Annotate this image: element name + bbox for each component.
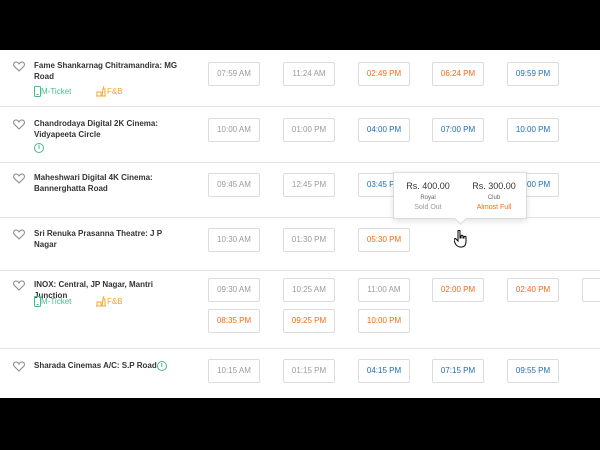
mticket-feature: M-Ticket xyxy=(34,296,71,308)
favorite-heart-icon[interactable] xyxy=(13,361,25,372)
showtime-button[interactable]: 06:24 PM xyxy=(432,62,484,86)
favorite-heart-icon[interactable] xyxy=(13,119,25,130)
showtime-button[interactable]: 10:00 AM xyxy=(208,118,260,142)
favorite-heart-icon[interactable] xyxy=(13,229,25,240)
showtime-button[interactable]: 08:35 PM xyxy=(208,309,260,333)
feature-label: M-Ticket xyxy=(41,297,72,306)
cinema-row: Sri Renuka Prasanna Theatre: J P Nagar 10… xyxy=(0,217,600,271)
price-option-club: Rs. 300.00 Club Almost Full xyxy=(464,181,524,213)
mobile-icon xyxy=(34,86,41,98)
cinema-name-text: Maheshwari Digital 4K Cinema: Bannerghat… xyxy=(34,173,153,193)
showtime-button[interactable]: 07:15 PM xyxy=(432,359,484,383)
showtime-button[interactable]: 09:55 PM xyxy=(507,359,559,383)
cinema-row: Sharada Cinemas A/C: S.P Road i 10:15 AM 01… xyxy=(0,348,600,398)
mticket-feature: M-Ticket xyxy=(34,86,71,98)
showtimes-list: Fame Shankarnag Chitramandira: MG Road M-… xyxy=(0,50,600,398)
showtime-button[interactable]: 09:25 PM xyxy=(283,309,335,333)
cinema-name[interactable]: Sharada Cinemas A/C: S.P Road i xyxy=(34,360,184,371)
availability-status: Sold Out xyxy=(414,204,442,211)
showtime-button[interactable]: 09:45 AM xyxy=(208,173,260,197)
feature-label: F&B xyxy=(107,297,123,306)
price-tooltip: Rs. 400.00 Royal Sold Out Rs. 300.00 Clu… xyxy=(393,172,527,225)
showtime-button[interactable]: 07:00 PM xyxy=(432,118,484,142)
showtime-button[interactable]: 09:30 AM xyxy=(208,278,260,302)
cinema-name-text: Chandrodaya Digital 2K Cinema: Vidyapeet… xyxy=(34,119,159,139)
info-icon[interactable]: i xyxy=(34,143,44,153)
food-icon xyxy=(95,296,107,307)
showtime-button[interactable]: 10:30 AM xyxy=(208,228,260,252)
showtime-button[interactable]: 10:15 AM xyxy=(208,359,260,383)
showtime-button[interactable]: 11:24 AM xyxy=(283,62,335,86)
info-icon[interactable]: i xyxy=(156,360,167,371)
showtime-button[interactable]: 09:59 PM xyxy=(507,62,559,86)
hand-cursor-icon xyxy=(453,229,468,248)
cinema-name[interactable]: Sri Renuka Prasanna Theatre: J P Nagar xyxy=(34,228,184,250)
seat-category: Royal xyxy=(420,195,436,201)
feature-label: F&B xyxy=(107,87,123,96)
price-option-royal: Rs. 400.00 Royal Sold Out xyxy=(398,181,458,213)
cinema-name-text: Sri Renuka Prasanna Theatre: J P Nagar xyxy=(34,229,162,249)
showtime-button[interactable] xyxy=(582,278,600,302)
showtime-button[interactable]: 04:00 PM xyxy=(358,118,410,142)
showtime-button[interactable]: 04:15 PM xyxy=(358,359,410,383)
cinema-row: INOX: Central, JP Nagar, Mantri Junction… xyxy=(0,270,600,349)
showtime-button[interactable]: 07:59 AM xyxy=(208,62,260,86)
cinema-row: Fame Shankarnag Chitramandira: MG Road M-… xyxy=(0,50,600,107)
food-icon xyxy=(95,86,107,97)
fnb-feature: F&B xyxy=(95,296,123,308)
showtime-button[interactable]: 02:40 PM xyxy=(507,278,559,302)
cinema-name[interactable]: Chandrodaya Digital 2K Cinema: Vidyapeet… xyxy=(34,118,184,153)
favorite-heart-icon[interactable] xyxy=(13,173,25,184)
mobile-icon xyxy=(34,296,41,308)
fnb-feature: F&B xyxy=(95,86,123,98)
cinema-name-text: Sharada Cinemas A/C: S.P Road xyxy=(34,361,157,370)
cinema-row: Chandrodaya Digital 2K Cinema: Vidyapeet… xyxy=(0,106,600,163)
showtime-button[interactable]: 10:00 PM xyxy=(358,309,410,333)
showtime-button[interactable]: 10:25 AM xyxy=(283,278,335,302)
showtime-button[interactable]: 10:00 PM xyxy=(507,118,559,142)
price-value: Rs. 400.00 xyxy=(406,181,450,191)
availability-status: Almost Full xyxy=(476,204,512,211)
showtime-button[interactable]: 02:49 PM xyxy=(358,62,410,86)
showtime-button[interactable]: 01:15 PM xyxy=(283,359,335,383)
price-value: Rs. 300.00 xyxy=(472,181,516,191)
showtime-button[interactable]: 02:00 PM xyxy=(432,278,484,302)
showtime-button[interactable]: 01:00 PM xyxy=(283,118,335,142)
feature-label: M-Ticket xyxy=(41,87,72,96)
seat-category: Club xyxy=(487,195,501,201)
showtime-button[interactable]: 12:45 PM xyxy=(283,173,335,197)
favorite-heart-icon[interactable] xyxy=(13,61,25,72)
showtime-button[interactable]: 11:00 AM xyxy=(358,278,410,302)
cinema-name-text: Fame Shankarnag Chitramandira: MG Road xyxy=(34,61,178,81)
cinema-name[interactable]: Maheshwari Digital 4K Cinema: Bannerghat… xyxy=(34,172,184,194)
showtime-button[interactable]: 05:30 PM xyxy=(358,228,410,252)
favorite-heart-icon[interactable] xyxy=(13,280,25,291)
showtime-button[interactable]: 01:30 PM xyxy=(283,228,335,252)
cinema-name[interactable]: Fame Shankarnag Chitramandira: MG Road xyxy=(34,60,184,82)
